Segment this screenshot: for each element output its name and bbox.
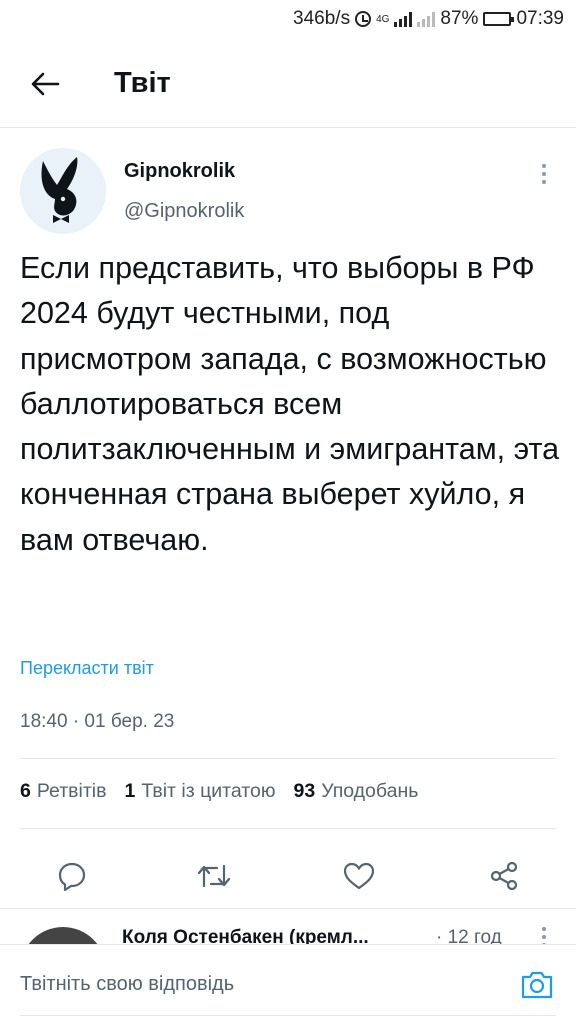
status-time: 07:39 [516, 8, 564, 29]
tweet-actions [0, 846, 576, 906]
arrow-left-icon [31, 72, 60, 95]
input-underline [20, 1015, 556, 1016]
bunny-logo-icon [41, 157, 78, 223]
reply-input[interactable] [20, 959, 460, 1009]
tweet-timestamp[interactable]: 18:40 · 01 бер. 23 [20, 711, 174, 733]
reply-button[interactable] [54, 858, 90, 894]
network-type: 4G [376, 13, 390, 25]
heart-icon [343, 862, 375, 890]
camera-button[interactable] [520, 967, 554, 1001]
page-title: Твіт [114, 67, 171, 99]
signal-icon [394, 11, 413, 27]
divider [20, 758, 556, 759]
share-icon [490, 861, 518, 891]
back-button[interactable] [10, 54, 80, 114]
battery-icon [483, 12, 515, 26]
translate-tweet-link[interactable]: Перекласти твіт [20, 658, 154, 679]
tweet-stats: 6 Ретвітів 1 Твіт із цитатою 93 Уподобань [20, 780, 418, 803]
top-app-bar: Твіт [0, 40, 576, 128]
status-bar: 346b/s 4G 87% 07:39 [0, 0, 576, 38]
author-handle[interactable]: @Gipnokrolik [124, 200, 244, 223]
signal-secondary-icon [417, 11, 436, 27]
likes-stat[interactable]: 93 Уподобань [293, 780, 418, 803]
author-name[interactable]: Gipnokrolik [124, 160, 235, 183]
divider [20, 828, 556, 829]
share-button[interactable] [486, 858, 522, 894]
retweet-button[interactable] [196, 858, 232, 894]
compose-reply-bar [0, 944, 576, 1024]
reply-list-item[interactable]: Коля Остенбакен (кремл... · 12 год [0, 908, 576, 944]
retweets-stat[interactable]: 6 Ретвітів [20, 780, 106, 803]
tweet-header: Gipnokrolik @Gipnokrolik [0, 128, 576, 238]
like-button[interactable] [341, 858, 377, 894]
camera-icon [521, 971, 553, 999]
network-speed: 346b/s [293, 8, 351, 29]
alarm-icon [355, 11, 372, 27]
retweet-icon [197, 864, 231, 888]
quotes-stat[interactable]: 1 Твіт із цитатою [124, 780, 275, 803]
reply-more-options-button[interactable] [534, 927, 554, 944]
avatar[interactable] [20, 148, 106, 234]
reply-icon [58, 862, 86, 892]
tweet-text: Если представить, что выборы в РФ 2024 б… [20, 251, 560, 557]
reply-time: · 12 год [436, 927, 502, 944]
more-options-button[interactable] [534, 162, 554, 186]
battery-percent: 87% [440, 8, 479, 29]
reply-avatar[interactable] [20, 927, 106, 944]
reply-author-name[interactable]: Коля Остенбакен (кремл... [122, 927, 422, 944]
tweet-detail: Gipnokrolik @Gipnokrolik Если представит… [0, 128, 576, 892]
